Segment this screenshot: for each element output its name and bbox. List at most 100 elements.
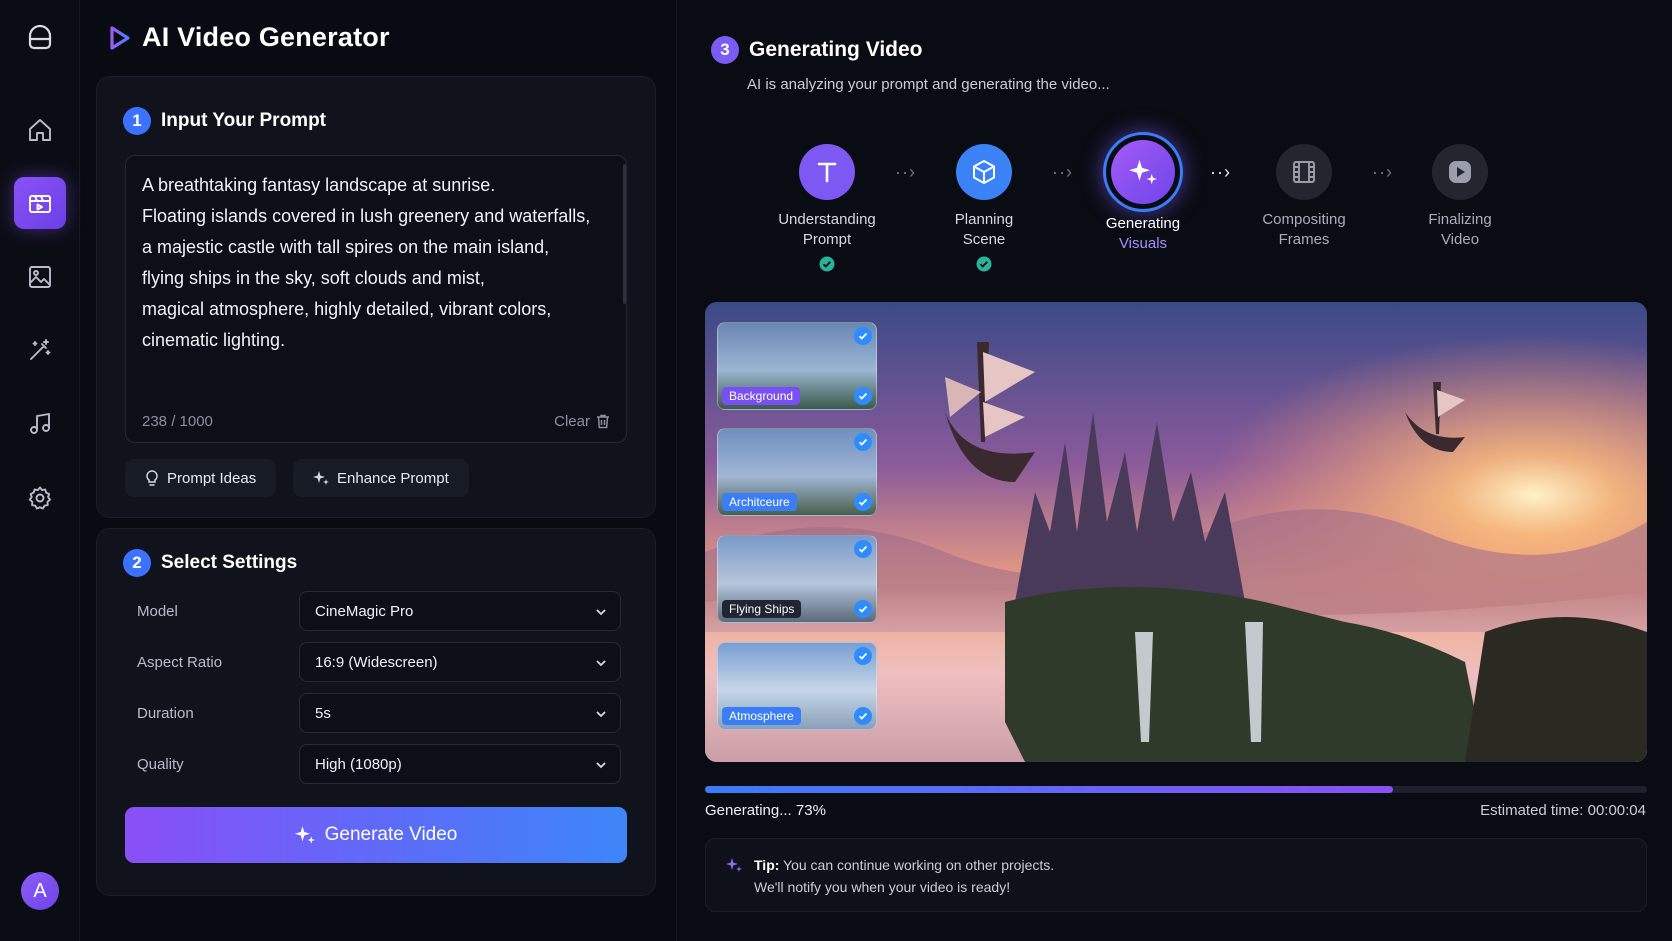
stage-generating-visuals: Generating Visuals [1073,132,1213,254]
avatar[interactable]: A [21,872,59,910]
thumbnail-background[interactable]: Background [717,322,877,410]
generate-video-button[interactable]: Generate Video [125,807,627,863]
tip-line-1: Tip: You can continue working on other p… [754,857,1055,873]
thumbnail-label: Flying Ships [722,600,802,618]
check-circle-icon [819,256,835,272]
check-icon [854,540,872,558]
tip-box: Tip: You can continue working on other p… [705,838,1647,912]
enhance-prompt-button[interactable]: Enhance Prompt [293,459,469,497]
prompt-ideas-label: Prompt Ideas [167,469,257,487]
prompt-textarea[interactable]: A breathtaking fantasy landscape at sunr… [125,155,627,443]
lightbulb-icon [146,469,158,486]
image-icon [29,266,51,288]
setting-label: Duration [137,704,194,722]
scrollbar[interactable] [623,164,626,304]
check-icon [854,647,872,665]
prompt-step-header: 1 Input Your Prompt [123,107,326,135]
stage-understanding-prompt: Understanding Prompt [757,144,897,272]
thumbnail-label: Atmosphere [722,707,801,725]
thumbnail-label: Background [722,387,801,405]
home-icon [29,119,51,141]
generation-panel: 3 Generating Video AI is analyzing your … [676,0,1672,941]
sidebar: A [0,0,80,941]
check-icon [854,433,872,451]
magic-wand-icon [30,339,51,360]
check-icon [854,600,872,618]
check-icon [854,327,872,345]
thumbnail-flying-ships[interactable]: Flying Ships [717,535,877,623]
thumbnail-architecture[interactable]: Architceure [717,428,877,516]
stage-circle [956,144,1012,200]
step-number: 1 [123,107,151,135]
setting-duration: Duration 5s [137,693,633,733]
progress-fill [705,786,1393,793]
check-icon [854,707,872,725]
duration-select[interactable]: 5s [299,693,621,733]
progress-label: Generating... 73% [705,802,826,819]
sidebar-item-video[interactable] [14,177,66,229]
sidebar-item-home[interactable] [14,104,66,156]
sidebar-item-audio[interactable] [14,398,66,450]
prompt-ideas-button[interactable]: Prompt Ideas [125,459,277,497]
sidebar-item-settings[interactable] [14,472,66,524]
thumbnail-atmosphere[interactable]: Atmosphere [717,642,877,730]
stage-arrow: ··› [1052,162,1073,182]
select-value: 16:9 (Widescreen) [315,653,438,671]
estimated-time: Estimated time: 00:00:04 [1480,802,1646,819]
settings-step-header: 2 Select Settings [123,549,297,577]
video-preview[interactable]: Background Architceure Flying Ships Atmo… [705,302,1647,762]
settings-card: 2 Select Settings Model CineMagic Pro As… [96,528,656,896]
setting-label: Quality [137,755,184,773]
app-header: AI Video Generator [108,22,390,53]
clear-label: Clear [554,413,590,430]
play-logo-icon [110,25,130,50]
section-title: Input Your Prompt [161,110,327,131]
section-title: Generating Video [749,38,923,61]
sparkle-icon [726,858,742,872]
play-circle-icon [1449,161,1471,183]
gear-icon [28,486,51,510]
prompt-card: 1 Input Your Prompt A breathtaking fanta… [96,76,656,518]
select-value: 5s [315,704,331,722]
app-title: AI Video Generator [142,22,390,52]
stage-label: Planning Scene [954,211,1014,248]
music-icon [30,413,50,434]
film-icon [1293,161,1315,183]
chevron-down-icon [596,660,606,667]
clear-button[interactable]: Clear [554,413,610,430]
stage-circle [799,144,855,200]
aspect-ratio-select[interactable]: 16:9 (Widescreen) [299,642,621,682]
cube-icon [973,160,995,184]
prompt-text[interactable]: A breathtaking fantasy landscape at sunr… [142,170,602,356]
progress-bar [705,786,1647,793]
char-counter: 238 / 1000 [142,413,213,430]
check-circle-icon [976,256,992,272]
stage-compositing-frames: Compositing Frames [1234,144,1374,250]
stage-finalizing-video: Finalizing Video [1390,144,1530,250]
step-number: 3 [711,36,739,64]
stage-circle-active [1103,132,1183,212]
sidebar-item-effects[interactable] [14,324,66,376]
stage-label: Understanding Prompt [778,211,876,248]
text-t-icon [817,162,837,183]
stage-circle [1432,144,1488,200]
sparkle-icon [313,471,329,485]
trash-icon [597,414,609,429]
sparkle-icon [1129,159,1157,185]
stage-label: Finalizing Video [1428,211,1492,248]
logo-icon[interactable] [24,22,56,54]
model-select[interactable]: CineMagic Pro [299,591,621,631]
setting-label: Aspect Ratio [137,653,223,671]
stage-planning-scene: Planning Scene [914,144,1054,272]
stage-circle [1276,144,1332,200]
sidebar-item-images[interactable] [14,251,66,303]
setting-aspect-ratio: Aspect Ratio 16:9 (Widescreen) [137,642,633,682]
generation-subtitle: AI is analyzing your prompt and generati… [747,76,1110,93]
tip-line-2: We'll notify you when your video is read… [754,879,1011,895]
quality-select[interactable]: High (1080p) [299,744,621,784]
thumbnail-label: Architceure [722,493,797,511]
chevron-down-icon [596,762,606,769]
setting-quality: Quality High (1080p) [137,744,633,784]
enhance-prompt-label: Enhance Prompt [337,469,449,487]
section-title: Select Settings [161,552,298,573]
